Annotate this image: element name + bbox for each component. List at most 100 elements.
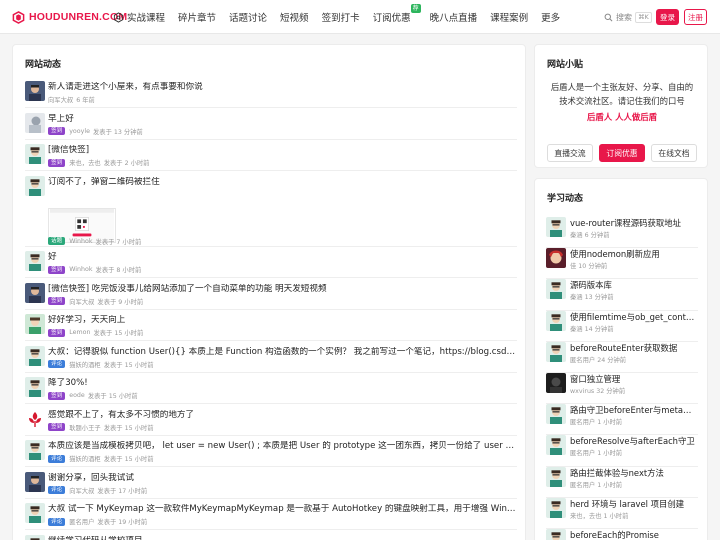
- search-trigger[interactable]: 搜索 ⌘K: [604, 10, 652, 24]
- feed-author[interactable]: 猫妖的酒柜: [69, 454, 100, 463]
- feed-item[interactable]: 继续学习代码从学校项目签到: [25, 534, 517, 540]
- feed-item-text[interactable]: 大叔 试一下 MyKeymap 这一款软件MyKeymapMyKeymap 是一…: [48, 504, 516, 515]
- learning-item-title[interactable]: herd 环境与 laravel 项目创建: [570, 499, 698, 510]
- learning-item-title[interactable]: beforeResolve与afterEach守卫: [570, 436, 698, 447]
- learning-item-title[interactable]: 路由守卫beforeEnter与meta元数据: [570, 405, 698, 416]
- user-avatar[interactable]: [25, 345, 45, 366]
- learning-item-title[interactable]: 使用nodemon刷新应用: [570, 249, 698, 260]
- feed-item[interactable]: 好好学习，天天向上 签到 Lemon 发表于 15 小时前: [25, 314, 517, 341]
- user-avatar[interactable]: [25, 175, 45, 196]
- nav-item-more[interactable]: 更多: [541, 10, 560, 24]
- learning-item-title[interactable]: beforeRouteEnter获取数据: [570, 343, 698, 354]
- user-avatar[interactable]: [546, 248, 566, 269]
- feed-author[interactable]: 猫妖的酒柜: [69, 360, 100, 369]
- feed-author[interactable]: Winhok: [69, 266, 92, 273]
- user-avatar[interactable]: [25, 377, 45, 397]
- user-avatar[interactable]: [25, 503, 45, 523]
- feed-item[interactable]: 订阅不了，弹窗二维码被拦住 话题 Winhok 发表于 7 小时前: [25, 175, 517, 247]
- user-avatar[interactable]: [25, 471, 45, 492]
- feed-item-text[interactable]: 继续学习代码从学校项目: [48, 536, 516, 540]
- login-button[interactable]: 登录: [656, 9, 679, 25]
- learning-item[interactable]: beforeResolve与afterEach守卫 匿名用户 1 小时前: [546, 435, 698, 467]
- user-avatar[interactable]: [546, 466, 566, 487]
- learning-item-title[interactable]: 源码版本库: [570, 280, 698, 291]
- user-avatar[interactable]: [546, 372, 566, 393]
- feed-item-text[interactable]: 本质应该是当成模板拷贝吧， let user = new User() ; 本质…: [48, 441, 516, 452]
- nav-item-live[interactable]: 晚八点直播: [430, 10, 478, 24]
- nav-item-chapters[interactable]: 碎片章节: [178, 10, 216, 24]
- feed-author[interactable]: Lemon: [69, 329, 90, 336]
- feed-item[interactable]: 谢谢分享，回头我试试 评论 向军大叔 发表于 17 小时前: [25, 471, 517, 499]
- nav-item-cases[interactable]: 课程案例: [490, 10, 528, 24]
- feed-item[interactable]: 感觉跟不上了，有太多不习惯的地方了 签到 耿题小王子 发表于 15 小时前: [25, 408, 517, 436]
- subscribe-button[interactable]: 订阅优惠: [599, 144, 645, 162]
- feed-item-text[interactable]: 感觉跟不上了，有太多不习惯的地方了: [48, 410, 516, 421]
- feed-author[interactable]: 向军大叔: [69, 297, 94, 306]
- user-avatar[interactable]: [546, 497, 566, 518]
- feed-item-text[interactable]: [微信快签]: [48, 145, 516, 156]
- feed-author[interactable]: yooyle: [69, 128, 90, 135]
- learning-item-title[interactable]: 使用filemtime与ob_get_contents缓存: [570, 312, 698, 323]
- user-avatar[interactable]: [546, 404, 566, 425]
- feed-author[interactable]: 向军大叔: [48, 95, 73, 104]
- feed-item[interactable]: [微信快签] 吃完饭没事儿给网站添加了一个自动菜单的功能 明天发短视频 签到 向军大…: [25, 282, 517, 310]
- user-avatar[interactable]: [546, 528, 566, 540]
- nav-item-checkin[interactable]: 签到打卡: [322, 10, 360, 24]
- feed-author[interactable]: 匿名用户: [69, 517, 94, 526]
- user-avatar[interactable]: [546, 310, 566, 331]
- learning-item[interactable]: 路由拦截体验与next方法 匿名用户 1 小时前: [546, 466, 698, 498]
- learning-item[interactable]: herd 环境与 laravel 项目创建 来也，去也 1 小时前: [546, 497, 698, 529]
- user-avatar[interactable]: [546, 279, 566, 300]
- feed-author[interactable]: eode: [69, 392, 85, 399]
- feed-item[interactable]: 大叔：记得貌似 function User(){} 本质上是 Function …: [25, 345, 517, 373]
- feed-item[interactable]: 降了30%! 签到 eode 发表于 15 小时前: [25, 377, 517, 404]
- feed-item-text[interactable]: 新人请走进这个小屋来，有点事要和你说: [48, 82, 516, 93]
- learning-item[interactable]: 路由守卫beforeEnter与meta元数据 匿名用户 1 小时前: [546, 404, 698, 436]
- nav-item-subscribe[interactable]: 订阅优惠 荐: [373, 4, 421, 24]
- feed-item[interactable]: 大叔 试一下 MyKeymap 这一款软件MyKeymapMyKeymap 是一…: [25, 503, 517, 530]
- site-logo[interactable]: HOUDUNREN.COM: [12, 10, 127, 24]
- nav-item-short-video[interactable]: 短视频: [280, 10, 309, 24]
- user-avatar[interactable]: [546, 217, 566, 237]
- feed-item[interactable]: 新人请走进这个小屋来，有点事要和你说 向军大叔 6 年前: [25, 81, 517, 108]
- feed-item-text[interactable]: [微信快签] 吃完饭没事儿给网站添加了一个自动菜单的功能 明天发短视频: [48, 284, 516, 295]
- feed-item-text[interactable]: 好: [48, 252, 516, 263]
- feed-item-text[interactable]: 降了30%!: [48, 378, 516, 389]
- feed-item[interactable]: 早上好 签到 yooyle 发表于 13 分钟前: [25, 112, 517, 140]
- feed-item[interactable]: 本质应该是当成模板拷贝吧， let user = new User() ; 本质…: [25, 440, 517, 467]
- user-avatar[interactable]: [25, 534, 45, 540]
- user-avatar[interactable]: [25, 314, 45, 334]
- learning-item[interactable]: vue-router课程源码获取地址 秦涵 6 分钟前: [546, 217, 698, 249]
- learning-item[interactable]: beforeRouteEnter获取数据 匿名用户 24 分钟前: [546, 341, 698, 373]
- learning-item-title[interactable]: 路由拦截体验与next方法: [570, 468, 698, 479]
- nav-item-courses[interactable]: 实战课程: [113, 10, 165, 24]
- learning-item[interactable]: 窗口独立管理 wxvirus 32 分钟前: [546, 372, 698, 405]
- feed-item[interactable]: 好签到 Winhok 发表于 8 小时前: [25, 251, 517, 278]
- user-avatar[interactable]: [546, 341, 566, 362]
- user-avatar[interactable]: [25, 282, 45, 303]
- live-chat-button[interactable]: 直播交流: [547, 144, 593, 162]
- feed-item-text[interactable]: 谢谢分享，回头我试试: [48, 473, 516, 484]
- feed-item-text[interactable]: 好好学习，天天向上: [48, 315, 516, 326]
- feed-item-text[interactable]: 早上好: [48, 114, 516, 125]
- feed-item[interactable]: [微信快签] 签到 来也，去也 发表于 2 小时前: [25, 144, 517, 171]
- user-avatar[interactable]: [25, 144, 45, 164]
- learning-item-title[interactable]: 窗口独立管理: [570, 374, 698, 385]
- nav-item-topics[interactable]: 话题讨论: [229, 10, 267, 24]
- user-avatar[interactable]: [25, 440, 45, 460]
- feed-item-text[interactable]: 订阅不了，弹窗二维码被拦住: [48, 177, 516, 188]
- user-avatar[interactable]: [546, 435, 566, 456]
- learning-item-title[interactable]: beforeEach的Promise: [570, 530, 698, 540]
- online-docs-button[interactable]: 在线文档: [651, 144, 697, 162]
- register-button[interactable]: 注册: [684, 9, 707, 25]
- learning-item[interactable]: 源码版本库 秦涵 13 分钟前: [546, 279, 698, 311]
- user-avatar[interactable]: [25, 81, 45, 101]
- learning-item[interactable]: beforeEach的Promise: [546, 528, 698, 540]
- learning-item[interactable]: 使用nodemon刷新应用佳 10 分钟前: [546, 248, 698, 280]
- user-avatar[interactable]: [25, 251, 45, 271]
- feed-item-text[interactable]: 大叔：记得貌似 function User(){} 本质上是 Function …: [48, 347, 516, 358]
- user-avatar[interactable]: [25, 112, 45, 133]
- learning-item[interactable]: 使用filemtime与ob_get_contents缓存秦涵 14 分钟前: [546, 310, 698, 342]
- feed-author[interactable]: 来也，去也: [69, 158, 100, 167]
- user-avatar[interactable]: [25, 408, 45, 429]
